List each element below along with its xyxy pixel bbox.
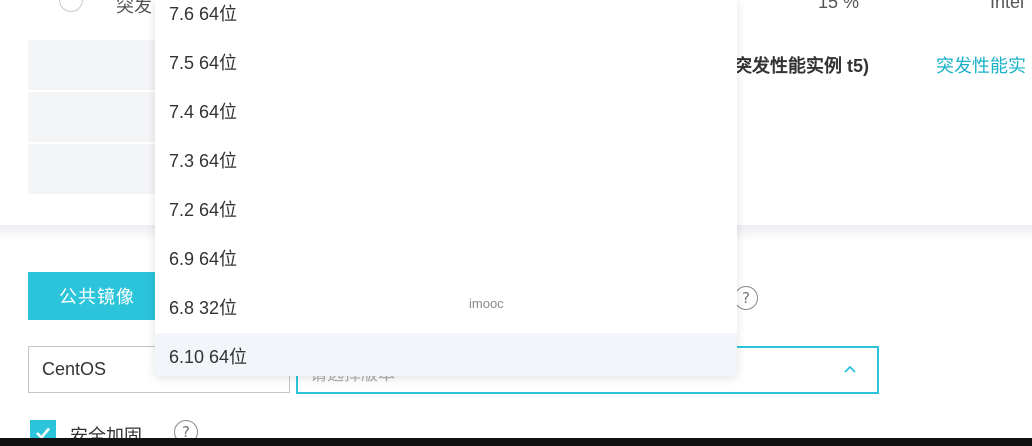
burst-instance-link[interactable]: 突发性能实	[936, 52, 1026, 78]
instance-name-fragment: 突发	[116, 0, 152, 16]
instance-processor: Intel	[990, 0, 1025, 12]
version-option[interactable]: 7.2 64位	[155, 186, 737, 235]
version-option[interactable]: 7.4 64位	[155, 88, 737, 137]
bottom-bar	[0, 438, 1032, 446]
version-option[interactable]: 7.5 64位	[155, 39, 737, 88]
watermark: imooc	[469, 296, 504, 311]
spec-label-cell	[28, 92, 160, 142]
instance-percent: 15 %	[818, 0, 860, 12]
version-option[interactable]: 7.3 64位	[155, 137, 737, 186]
version-dropdown: 7.6 64位 7.5 64位 7.4 64位 7.3 64位 7.2 64位 …	[155, 0, 737, 376]
spec-label-cell	[28, 144, 160, 194]
version-option-highlighted[interactable]: 6.10 64位	[155, 333, 737, 376]
version-option[interactable]: 6.8 32位	[155, 284, 737, 333]
instance-family-text: , 突发性能实例 t5)	[724, 56, 870, 76]
version-option[interactable]: 6.9 64位	[155, 235, 737, 284]
instance-radio[interactable]	[59, 0, 83, 12]
public-image-tab[interactable]: 公共镜像	[28, 272, 166, 320]
spec-label-cell	[28, 40, 160, 90]
os-select-value: CentOS	[42, 359, 107, 379]
help-icon[interactable]: ?	[734, 286, 758, 310]
version-option[interactable]: 7.6 64位	[155, 0, 737, 39]
chevron-up-icon	[844, 365, 856, 373]
